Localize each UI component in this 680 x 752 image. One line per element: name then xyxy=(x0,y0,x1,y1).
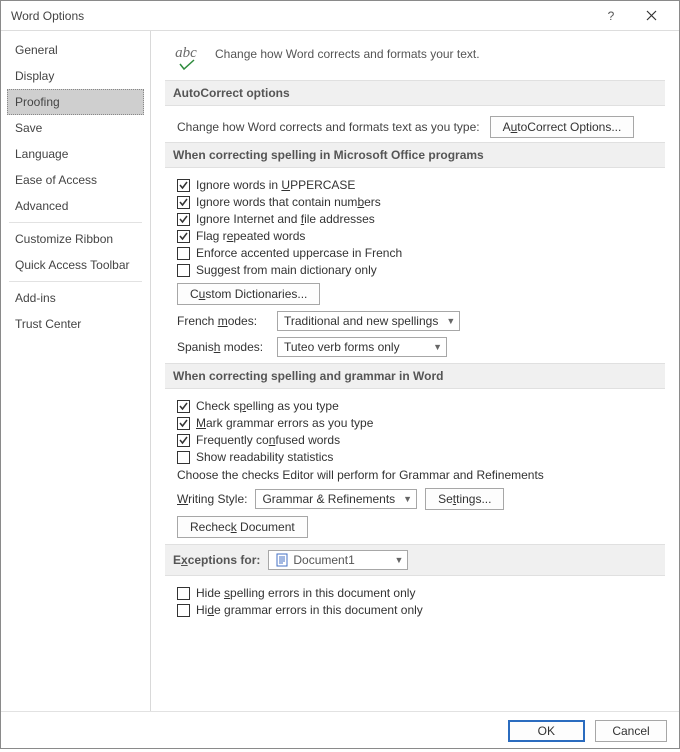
check-label: Enforce accented uppercase in French xyxy=(196,246,402,260)
check-hide-grammar-errors[interactable]: Hide grammar errors in this document onl… xyxy=(177,603,665,617)
check-label: Flag repeated words xyxy=(196,229,305,243)
checkbox-icon xyxy=(177,434,190,447)
check-flag-repeated[interactable]: Flag repeated words xyxy=(177,229,665,243)
custom-dictionaries-button[interactable]: Custom Dictionaries... xyxy=(177,283,320,305)
checkbox-icon xyxy=(177,451,190,464)
spanish-modes-label: Spanish modes: xyxy=(177,340,269,354)
help-button[interactable]: ? xyxy=(591,2,631,30)
check-main-dictionary[interactable]: Suggest from main dictionary only xyxy=(177,263,665,277)
sidebar-item-advanced[interactable]: Advanced xyxy=(7,193,144,219)
sidebar-item-language[interactable]: Language xyxy=(7,141,144,167)
exceptions-document-select[interactable]: Document1 ▼ xyxy=(268,550,408,570)
sidebar-item-addins[interactable]: Add-ins xyxy=(7,285,144,311)
autocorrect-options-button[interactable]: AutoCorrect Options... xyxy=(490,116,635,138)
writing-style-settings-button[interactable]: Settings... xyxy=(425,488,504,510)
checkbox-icon xyxy=(177,213,190,226)
check-label: Show readability statistics xyxy=(196,450,333,464)
checkmark-icon xyxy=(179,59,195,71)
proofing-hero-icon: abc xyxy=(171,45,201,62)
sidebar-item-trust-center[interactable]: Trust Center xyxy=(7,311,144,337)
section-spelling-word: When correcting spelling and grammar in … xyxy=(165,363,665,389)
sidebar-item-customize-ribbon[interactable]: Customize Ribbon xyxy=(7,226,144,252)
footer: OK Cancel xyxy=(1,711,679,752)
select-value: Document1 xyxy=(293,553,354,567)
checkbox-icon xyxy=(177,179,190,192)
recheck-document-button[interactable]: Recheck Document xyxy=(177,516,308,538)
titlebar: Word Options ? xyxy=(1,1,679,31)
check-ignore-numbers[interactable]: Ignore words that contain numbers xyxy=(177,195,665,209)
sidebar-separator xyxy=(9,281,142,282)
sidebar: General Display Proofing Save Language E… xyxy=(1,31,151,711)
section-exceptions: Exceptions for: Document1 ▼ xyxy=(165,544,665,576)
check-label: Suggest from main dictionary only xyxy=(196,263,377,277)
select-value: Tuteo verb forms only xyxy=(284,340,400,354)
checkbox-icon xyxy=(177,604,190,617)
french-modes-label: French modes: xyxy=(177,314,269,328)
writing-style-label: Writing Style: xyxy=(177,492,247,506)
writing-style-select[interactable]: Grammar & Refinements ▼ xyxy=(255,489,417,509)
autocorrect-desc: Change how Word corrects and formats tex… xyxy=(177,120,480,134)
autocorrect-row: Change how Word corrects and formats tex… xyxy=(177,116,665,138)
sidebar-item-qat[interactable]: Quick Access Toolbar xyxy=(7,252,144,278)
chevron-down-icon: ▼ xyxy=(446,316,455,326)
sidebar-item-ease-of-access[interactable]: Ease of Access xyxy=(7,167,144,193)
chevron-down-icon: ▼ xyxy=(433,342,442,352)
section-exceptions-label: Exceptions for: xyxy=(173,553,260,567)
sidebar-item-display[interactable]: Display xyxy=(7,63,144,89)
close-button[interactable] xyxy=(631,2,671,30)
checkbox-icon xyxy=(177,400,190,413)
check-label: Ignore words that contain numbers xyxy=(196,195,381,209)
hero: abc Change how Word corrects and formats… xyxy=(165,39,665,76)
hero-text: Change how Word corrects and formats you… xyxy=(215,47,480,61)
ok-button[interactable]: OK xyxy=(508,720,585,742)
check-label: Check spelling as you type xyxy=(196,399,339,413)
document-icon xyxy=(275,553,289,567)
sidebar-item-save[interactable]: Save xyxy=(7,115,144,141)
check-label: Hide grammar errors in this document onl… xyxy=(196,603,423,617)
choose-checks-text: Choose the checks Editor will perform fo… xyxy=(177,468,665,482)
checkbox-icon xyxy=(177,417,190,430)
writing-style-row: Writing Style: Grammar & Refinements ▼ S… xyxy=(177,488,665,510)
chevron-down-icon: ▼ xyxy=(403,494,412,504)
check-ignore-uppercase[interactable]: Ignore words in UPPERCASE xyxy=(177,178,665,192)
checkbox-icon xyxy=(177,247,190,260)
check-label: Ignore Internet and file addresses xyxy=(196,212,375,226)
check-spelling-as-you-type[interactable]: Check spelling as you type xyxy=(177,399,665,413)
titlebar-controls: ? xyxy=(591,2,671,30)
check-label: Hide spelling errors in this document on… xyxy=(196,586,415,600)
spanish-modes-select[interactable]: Tuteo verb forms only ▼ xyxy=(277,337,447,357)
sidebar-item-general[interactable]: General xyxy=(7,37,144,63)
main-area: General Display Proofing Save Language E… xyxy=(1,31,679,711)
spanish-modes-row: Spanish modes: Tuteo verb forms only ▼ xyxy=(177,337,665,357)
check-label: Frequently confused words xyxy=(196,433,340,447)
select-value: Traditional and new spellings xyxy=(284,314,438,328)
check-label: Ignore words in UPPERCASE xyxy=(196,178,355,192)
checkbox-icon xyxy=(177,264,190,277)
check-hide-spelling-errors[interactable]: Hide spelling errors in this document on… xyxy=(177,586,665,600)
select-value: Grammar & Refinements xyxy=(262,492,395,506)
check-accented-french[interactable]: Enforce accented uppercase in French xyxy=(177,246,665,260)
checkbox-icon xyxy=(177,587,190,600)
section-autocorrect-options: AutoCorrect options xyxy=(165,80,665,106)
recheck-row: Recheck Document xyxy=(177,516,665,538)
chevron-down-icon: ▼ xyxy=(394,555,403,565)
checkbox-icon xyxy=(177,230,190,243)
content: abc Change how Word corrects and formats… xyxy=(151,31,679,711)
check-readability[interactable]: Show readability statistics xyxy=(177,450,665,464)
custom-dictionaries-row: Custom Dictionaries... xyxy=(177,283,665,305)
french-modes-select[interactable]: Traditional and new spellings ▼ xyxy=(277,311,460,331)
check-ignore-internet[interactable]: Ignore Internet and file addresses xyxy=(177,212,665,226)
checkbox-icon xyxy=(177,196,190,209)
dialog-title: Word Options xyxy=(11,9,591,23)
french-modes-row: French modes: Traditional and new spelli… xyxy=(177,311,665,331)
check-confused-words[interactable]: Frequently confused words xyxy=(177,433,665,447)
check-mark-grammar[interactable]: Mark grammar errors as you type xyxy=(177,416,665,430)
cancel-button[interactable]: Cancel xyxy=(595,720,667,742)
check-label: Mark grammar errors as you type xyxy=(196,416,373,430)
sidebar-separator xyxy=(9,222,142,223)
sidebar-item-proofing[interactable]: Proofing xyxy=(7,89,144,115)
section-spelling-office: When correcting spelling in Microsoft Of… xyxy=(165,142,665,168)
close-icon xyxy=(646,10,657,21)
